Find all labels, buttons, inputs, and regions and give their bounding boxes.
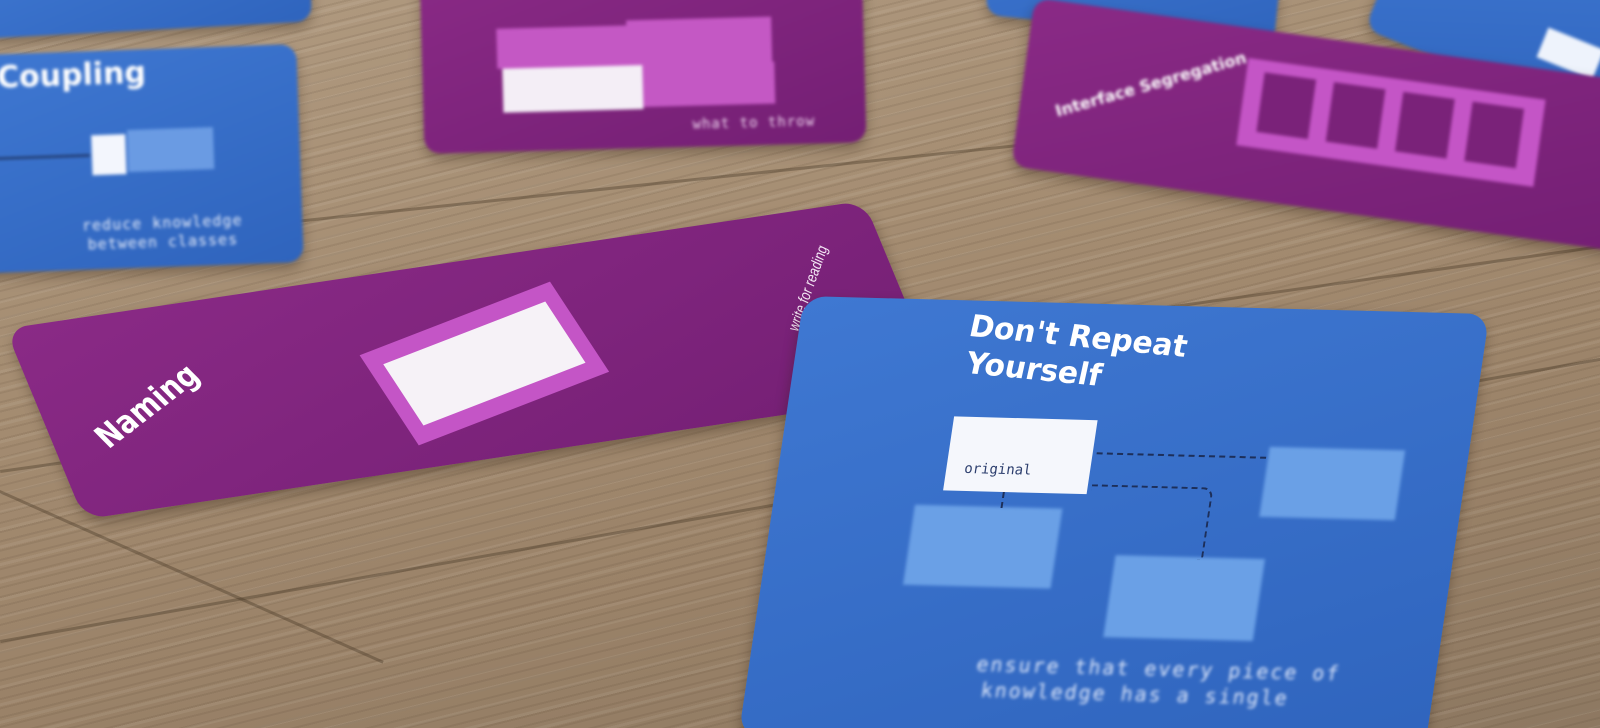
arrow-line bbox=[0, 154, 90, 160]
dark-slot bbox=[1464, 101, 1525, 169]
pink-grid-cell bbox=[642, 61, 776, 108]
dashed-arrow bbox=[1096, 452, 1267, 459]
dark-slot bbox=[1256, 72, 1317, 140]
white-grid-cell bbox=[502, 65, 644, 113]
white-box bbox=[91, 134, 127, 176]
dashed-arrow bbox=[1081, 484, 1214, 560]
copy-box bbox=[903, 504, 1063, 589]
card-title: Coupling bbox=[0, 55, 147, 96]
original-label: original bbox=[963, 460, 1033, 479]
pink-frame bbox=[1236, 58, 1546, 187]
blue-box bbox=[126, 127, 215, 173]
copy-box bbox=[1103, 555, 1265, 642]
card-title: Naming bbox=[87, 356, 208, 456]
wood-seam bbox=[0, 490, 384, 664]
dark-slot bbox=[1325, 82, 1386, 149]
copy-box bbox=[1259, 446, 1406, 521]
wooden-table: Coupling reduce knowledge between classe… bbox=[0, 0, 1600, 728]
card-title: Interface Segregation bbox=[1053, 47, 1249, 121]
card-subtitle: what to throw bbox=[692, 113, 816, 133]
pink-grid-cell bbox=[626, 16, 773, 66]
pink-frame bbox=[359, 281, 610, 446]
dark-slot bbox=[1394, 91, 1455, 159]
card-coupling: Coupling reduce knowledge between classe… bbox=[0, 44, 304, 274]
name-field-box bbox=[383, 301, 586, 426]
original-box: original bbox=[943, 416, 1098, 495]
card-dry: Don't Repeat Yourself original ensure th… bbox=[738, 296, 1490, 728]
pink-grid-cell bbox=[496, 25, 628, 69]
card-top-purple: what to throw bbox=[419, 0, 867, 154]
card-top-left-partial bbox=[0, 0, 313, 39]
dashed-arrow bbox=[1000, 491, 1005, 509]
